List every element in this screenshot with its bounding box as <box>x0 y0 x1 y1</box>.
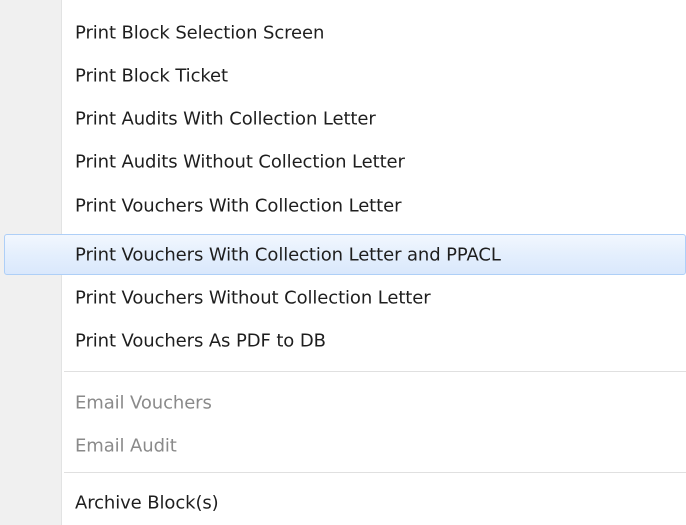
menu-item-print-audits-with-collection-letter[interactable]: Print Audits With Collection Letter <box>0 100 686 138</box>
menu-item-email-audit: Email Audit <box>0 427 686 465</box>
menu-separator <box>64 472 686 474</box>
menu-item-print-block-ticket[interactable]: Print Block Ticket <box>0 57 686 95</box>
menu-item-label: Print Vouchers As PDF to DB <box>75 330 326 352</box>
menu-item-label: Print Vouchers With Collection Letter an… <box>75 244 501 265</box>
menu-item-label: Email Vouchers <box>75 392 212 414</box>
menu-item-print-block-selection-screen[interactable]: Print Block Selection Screen <box>0 14 686 52</box>
menu-item-email-vouchers: Email Vouchers <box>0 384 686 422</box>
menu-separator <box>64 371 686 373</box>
menu-item-label: Print Audits Without Collection Letter <box>75 151 405 173</box>
menu-item-print-vouchers-as-pdf-to-db[interactable]: Print Vouchers As PDF to DB <box>0 322 686 360</box>
menu-item-label: Email Audit <box>75 435 177 457</box>
menu-item-print-vouchers-with-collection-letter-and-ppacl[interactable]: Print Vouchers With Collection Letter an… <box>4 234 686 275</box>
menu-item-print-vouchers-with-collection-letter[interactable]: Print Vouchers With Collection Letter <box>0 187 686 225</box>
menu-item-label: Print Audits With Collection Letter <box>75 108 376 130</box>
menu-item-label: Print Vouchers With Collection Letter <box>75 195 402 217</box>
menu-item-label: Print Vouchers Without Collection Letter <box>75 287 431 309</box>
menu-item-label: Print Block Selection Screen <box>75 22 325 44</box>
menu-item-print-audits-without-collection-letter[interactable]: Print Audits Without Collection Letter <box>0 143 686 181</box>
context-menu: Print Block Selection Screen Print Block… <box>0 0 686 525</box>
menu-item-print-vouchers-without-collection-letter[interactable]: Print Vouchers Without Collection Letter <box>0 279 686 317</box>
menu-item-label: Archive Block(s) <box>75 492 219 514</box>
menu-item-archive-blocks[interactable]: Archive Block(s) <box>0 484 686 522</box>
menu-item-label: Print Block Ticket <box>75 65 228 87</box>
